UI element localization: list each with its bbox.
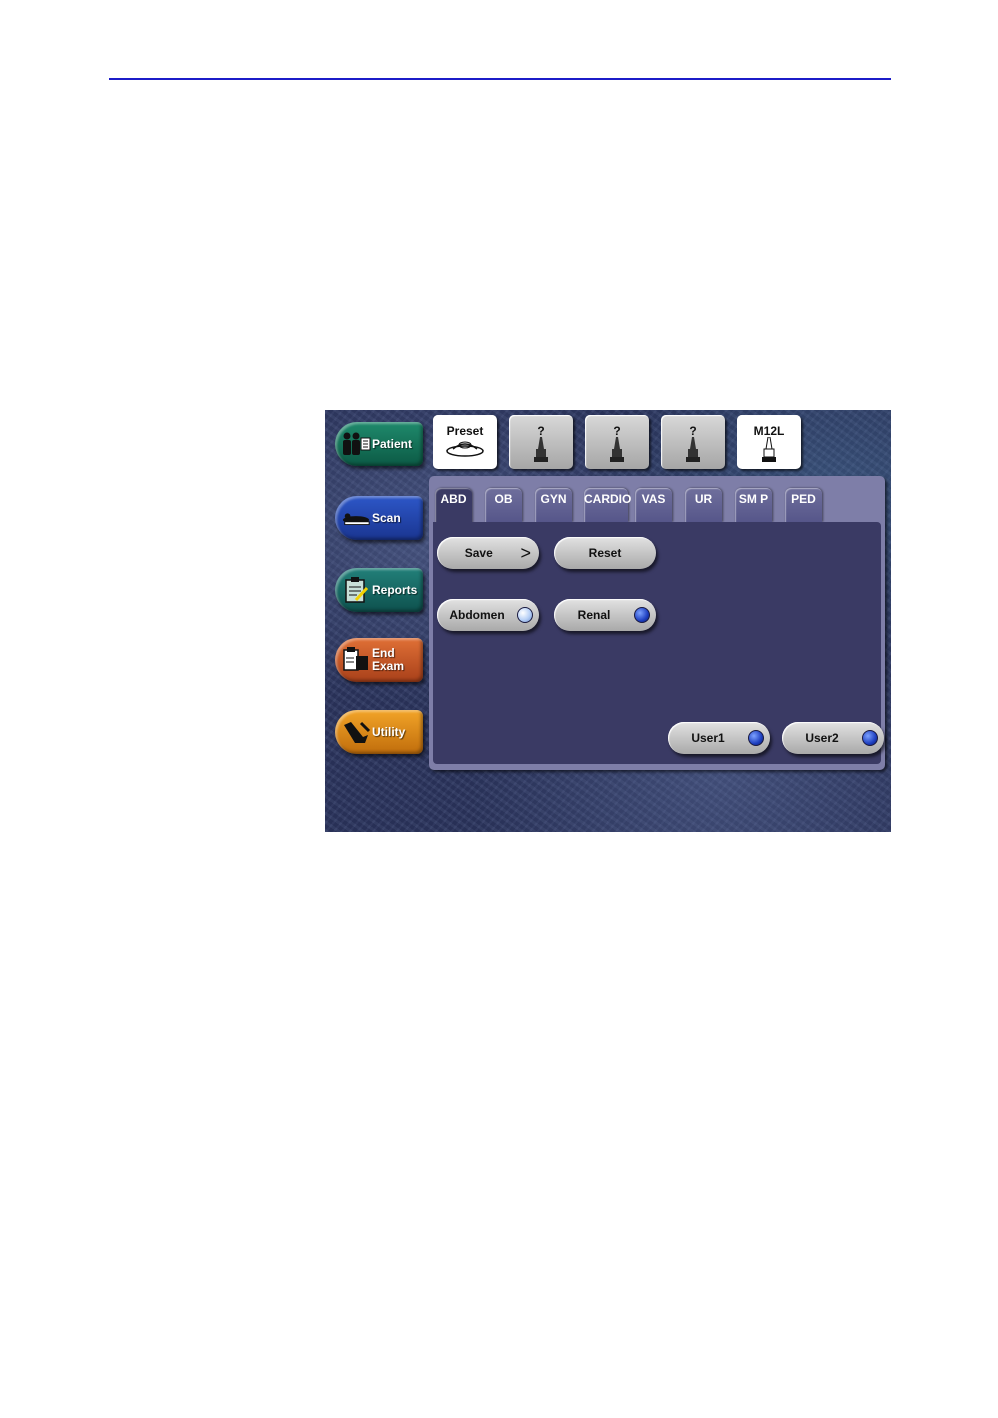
indicator-led-icon <box>634 607 650 623</box>
nav-label: Patient <box>372 436 413 451</box>
probe-label: Preset <box>446 424 484 438</box>
abdomen-button[interactable]: Abdomen <box>437 599 539 631</box>
tab-gyn[interactable]: GYN <box>535 488 572 522</box>
nav-label: Reports <box>372 582 418 597</box>
patient-icon <box>341 430 371 458</box>
nav-label: Scan <box>372 510 401 525</box>
tab-ob[interactable]: OB <box>485 488 522 522</box>
tab-ur[interactable]: UR <box>685 488 722 522</box>
abdomen-label: Abdomen <box>449 608 505 622</box>
probe-button-m12l[interactable]: M12L <box>737 415 801 469</box>
indicator-led-icon <box>517 607 533 623</box>
tab-sm-p[interactable]: SM P <box>735 488 772 522</box>
probe-label: ? <box>689 424 697 438</box>
tab-vas[interactable]: VAS <box>635 488 672 522</box>
reports-icon <box>341 576 371 604</box>
header-rule <box>109 78 891 80</box>
reset-label: Reset <box>588 546 622 560</box>
probe-icon <box>686 437 700 462</box>
save-button[interactable]: Save > <box>437 537 539 569</box>
end-exam-icon <box>341 646 371 674</box>
utility-icon <box>341 718 371 746</box>
probe-button-2[interactable]: ? <box>585 415 649 469</box>
probe-button-3[interactable]: ? <box>661 415 725 469</box>
user2-label: User2 <box>805 731 839 745</box>
nav-label: End Exam <box>372 646 405 673</box>
tab-abd[interactable]: ABD <box>435 488 472 526</box>
nav-reports-button[interactable]: Reports <box>335 568 423 612</box>
tab-cardio[interactable]: CARDIO <box>584 488 631 522</box>
probe-label: ? <box>537 424 545 438</box>
preset-icon <box>446 441 484 457</box>
reset-button[interactable]: Reset <box>554 537 656 569</box>
probe-button-1[interactable]: ? <box>509 415 573 469</box>
probe-icon <box>534 437 548 462</box>
ultrasound-touch-panel: Patient Scan Reports End Exam Utility Pr… <box>325 410 891 832</box>
indicator-led-icon <box>748 730 764 746</box>
user2-button[interactable]: User2 <box>782 722 884 754</box>
probe-strip: Preset ? ? ? M12L <box>429 410 891 476</box>
tab-content: Save > Reset Abdomen Renal User1 User2 <box>433 522 884 764</box>
probe-button-preset[interactable]: Preset <box>433 415 497 469</box>
renal-label: Renal <box>577 608 611 622</box>
indicator-led-icon <box>862 730 878 746</box>
nav-scan-button[interactable]: Scan <box>335 496 423 540</box>
nav-patient-button[interactable]: Patient <box>335 422 423 466</box>
chevron-right-icon: > <box>520 543 531 563</box>
nav-utility-button[interactable]: Utility <box>335 710 423 754</box>
save-label: Save <box>464 546 493 560</box>
user1-label: User1 <box>691 731 725 745</box>
probe-label: M12L <box>753 424 785 438</box>
user1-button[interactable]: User1 <box>668 722 770 754</box>
scan-icon <box>341 504 371 532</box>
probe-icon <box>762 437 776 462</box>
nav-end-exam-button[interactable]: End Exam <box>335 638 423 682</box>
nav-label: Utility <box>372 724 406 739</box>
renal-button[interactable]: Renal <box>554 599 656 631</box>
probe-label: ? <box>613 424 621 438</box>
probe-icon <box>610 437 624 462</box>
preset-panel: ABD OB GYN CARDIO VAS UR SM P PED Save >… <box>429 476 885 770</box>
tab-ped[interactable]: PED <box>785 488 822 522</box>
